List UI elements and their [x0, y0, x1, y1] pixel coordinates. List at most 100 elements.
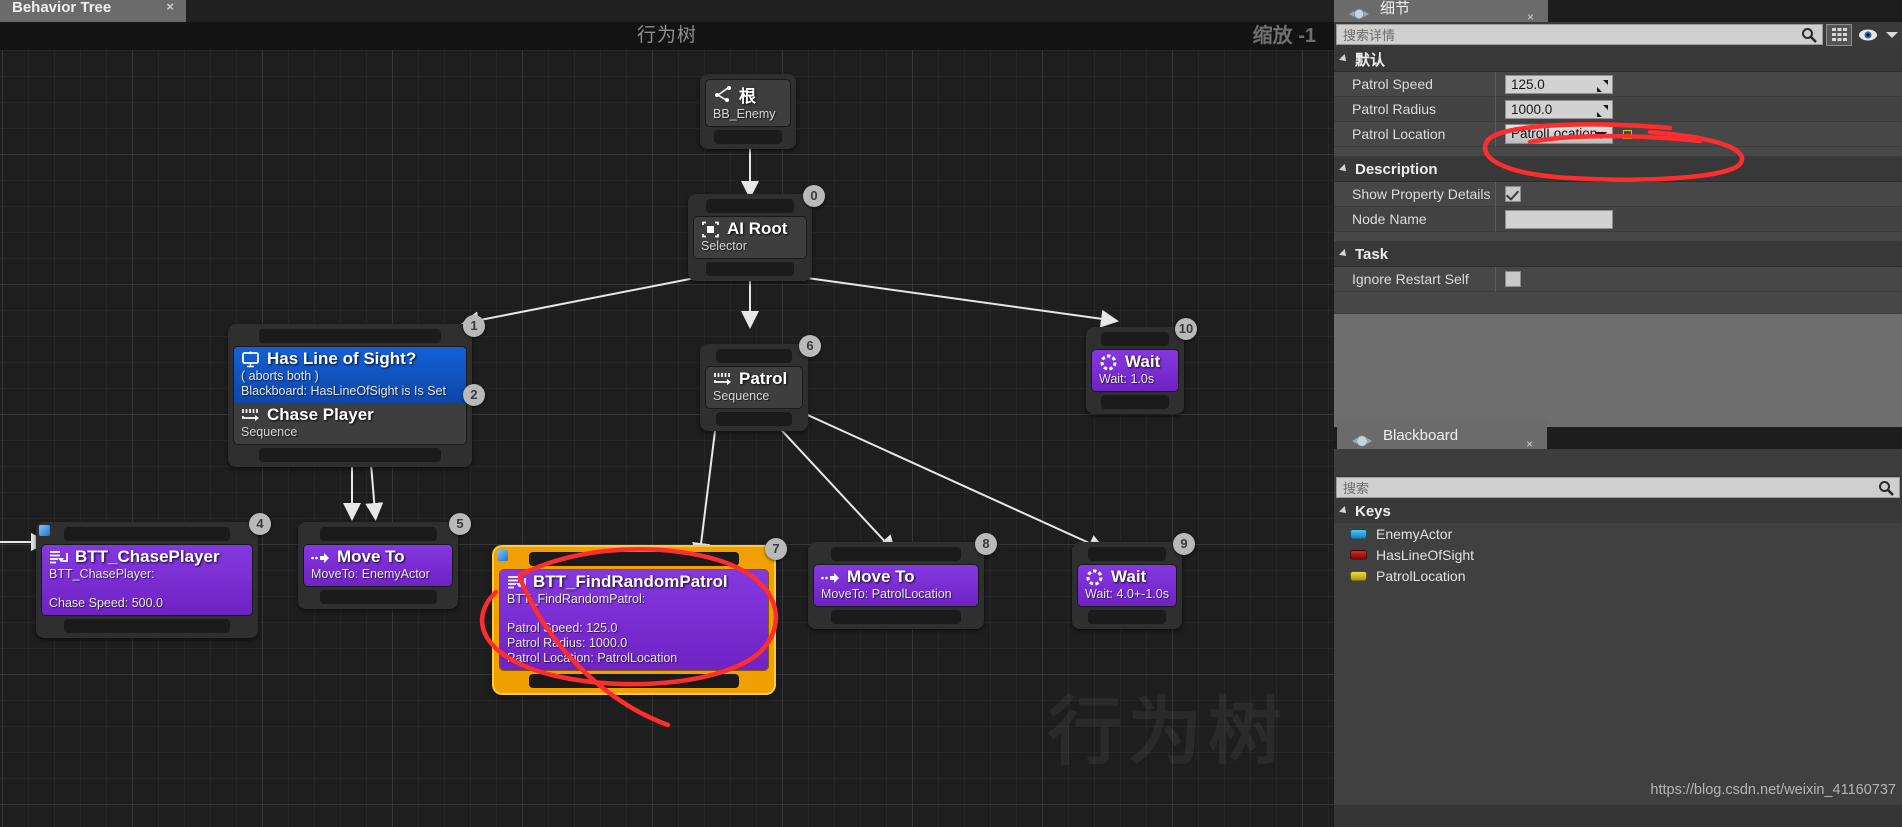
close-icon[interactable]: × [166, 0, 174, 14]
node-modified-badge [497, 550, 508, 561]
bt-node-wait-patrol[interactable]: 9 Wait Wait: 4.0+-1.0s [1072, 533, 1195, 629]
grid-view-icon[interactable] [1826, 23, 1852, 46]
move-to-patrol-input-pin[interactable] [831, 547, 961, 561]
bt-node-btt-find-random-patrol[interactable]: 7 BTT_FindRandomPatrol BTT_FindRandomPat… [494, 538, 787, 693]
root-node-output-pin[interactable] [714, 130, 782, 144]
details-tabstrip: 细节 × [1334, 0, 1902, 22]
spinner-icon[interactable] [1597, 104, 1608, 117]
list-item[interactable]: HasLineOfSight [1334, 544, 1902, 565]
node-index-badge: 1 [463, 315, 485, 337]
move-to-enemy-input-pin[interactable] [319, 527, 437, 541]
list-item[interactable]: PatrolLocation [1334, 565, 1902, 586]
tab-details[interactable]: 细节 × [1334, 0, 1548, 22]
app-window: Behavior Tree × 行为树 缩放 -1 行为树 根 BB_Enemy… [0, 0, 1902, 827]
wait-patrol-title-row: Wait [1085, 567, 1169, 587]
wait-patrol-title: Wait [1111, 567, 1147, 586]
bt-node-wait-idle[interactable]: 10 Wait Wait: 1.0s [1086, 318, 1197, 414]
bt-node-move-to-patrol[interactable]: 8 Move To MoveTo: PatrolLocation [808, 533, 997, 629]
bt-node-ai-root[interactable]: 0 AI Root Selector [688, 185, 825, 281]
root-node-title-row: 根 [713, 82, 783, 107]
sequence-icon [713, 371, 732, 388]
node-index-badge: 4 [249, 513, 271, 535]
wait-patrol-input-pin[interactable] [1088, 547, 1166, 561]
btt-find-random-patrol-output-pin[interactable] [528, 674, 740, 688]
category-default-label: 默认 [1355, 51, 1386, 69]
property-row-ignore-restart-self: Ignore Restart Self [1334, 266, 1902, 292]
decorator-icon [241, 351, 260, 368]
ai-root-subtitle: Selector [701, 239, 747, 253]
decorator-has-line-of-sight[interactable]: Has Line of Sight? ( aborts both ) Black… [234, 347, 466, 403]
editor-tabstrip: Behavior Tree × [0, 0, 1334, 22]
wait-patrol-output-pin[interactable] [1088, 610, 1166, 624]
ignore-restart-self-checkbox[interactable] [1505, 271, 1521, 287]
patrol-output-pin[interactable] [715, 412, 793, 426]
ai-root-title: AI Root [727, 219, 788, 238]
decorator-blackboard-line: Blackboard: HasLineOfSight is Is Set [241, 384, 446, 398]
category-task-label: Task [1355, 245, 1389, 263]
btt-find-random-patrol-input-pin[interactable] [528, 552, 740, 566]
patrol-speed-input[interactable]: 125.0 [1505, 74, 1613, 94]
list-item[interactable]: EnemyActor [1334, 523, 1902, 544]
ai-root-output-pin[interactable] [705, 262, 795, 276]
decorator-index-badge: 2 [463, 384, 485, 406]
blackboard-keys-header[interactable]: Keys [1334, 499, 1902, 523]
bt-node-root[interactable]: 根 BB_Enemy [700, 74, 796, 149]
btt-chase-player-output-pin[interactable] [64, 619, 230, 633]
moveto-icon [821, 569, 840, 586]
blackboard-toolbar [1334, 449, 1902, 475]
close-icon[interactable]: × [1527, 2, 1534, 22]
tab-behavior-tree-label: Behavior Tree [12, 0, 112, 16]
btt-find-random-patrol-title-row: BTT_FindRandomPatrol [507, 572, 761, 592]
patrol-location-value: PatrolLocation [1511, 126, 1598, 141]
right-dock-pane: 细节 × 搜索详情 默认 Patrol Speed 125.0 Patrol R… [1334, 0, 1902, 827]
node-index-badge: 9 [1173, 533, 1195, 555]
chase-player-input-pin[interactable] [258, 329, 442, 343]
category-spacer [1334, 147, 1902, 157]
category-header-task[interactable]: Task [1334, 242, 1902, 267]
category-header-default[interactable]: 默认 [1334, 47, 1902, 72]
property-row-node-name: Node Name [1334, 206, 1902, 232]
blackboard-bottom-bar [1334, 805, 1902, 827]
chevron-down-icon [1595, 132, 1607, 139]
bt-node-move-to-enemy[interactable]: 5 Move To MoveTo: EnemyActor [298, 513, 471, 609]
chase-player-output-pin[interactable] [258, 448, 442, 462]
search-icon [1801, 27, 1817, 46]
key-type-swatch [1350, 549, 1367, 560]
patrol-input-pin[interactable] [715, 349, 793, 363]
details-search-input[interactable]: 搜索详情 [1336, 24, 1823, 45]
tab-behavior-tree[interactable]: Behavior Tree × [0, 0, 186, 22]
show-property-details-checkbox[interactable] [1505, 186, 1521, 202]
move-to-enemy-subtitle: MoveTo: EnemyActor [311, 567, 430, 581]
eye-icon[interactable] [1855, 24, 1881, 46]
blackboard-search-input[interactable]: 搜索 [1336, 476, 1900, 498]
patrol-radius-input[interactable]: 1000.0 [1505, 99, 1613, 119]
spinner-icon[interactable] [1597, 79, 1608, 92]
decorator-aborts-line: ( aborts both ) [241, 369, 319, 383]
ai-root-title-row: AI Root [701, 219, 799, 239]
move-to-enemy-output-pin[interactable] [319, 590, 437, 604]
selector-icon [701, 221, 720, 238]
patrol-title-row: Patrol [713, 369, 795, 389]
graph-canvas[interactable]: 行为树 缩放 -1 行为树 根 BB_Enemy 0 AI Root Selec… [0, 22, 1334, 827]
composite-chase-player[interactable]: Chase Player Sequence [234, 403, 466, 444]
move-to-enemy-title-row: Move To [311, 547, 445, 567]
bt-node-btt-chase-player[interactable]: 4 BTT_ChasePlayer BTT_ChasePlayer: Chase… [36, 513, 271, 638]
bt-node-patrol[interactable]: 6 Patrol Sequence [700, 335, 821, 431]
patrol-location-dropdown[interactable]: PatrolLocation [1505, 124, 1613, 144]
tab-blackboard[interactable]: Blackboard × [1337, 420, 1547, 451]
node-name-input[interactable] [1505, 209, 1613, 229]
move-to-patrol-output-pin[interactable] [831, 610, 961, 624]
wait-idle-output-pin[interactable] [1100, 395, 1170, 409]
chevron-down-icon[interactable] [1884, 24, 1900, 46]
btt-find-random-patrol-location: Patrol Location: PatrolLocation [507, 651, 678, 665]
wait-idle-input-pin[interactable] [1100, 332, 1170, 346]
property-label: Patrol Location [1334, 121, 1496, 147]
wait-patrol-subtitle: Wait: 4.0+-1.0s [1085, 587, 1169, 601]
category-header-description[interactable]: Description [1334, 157, 1902, 182]
ai-root-input-pin[interactable] [705, 199, 795, 213]
task-icon [507, 574, 526, 591]
blackboard-key-label: PatrolLocation [1376, 567, 1466, 584]
btt-chase-player-input-pin[interactable] [64, 527, 230, 541]
bt-node-chase-player[interactable]: 1 2 Has Line of Sight? (aborts both) B… [228, 315, 485, 467]
move-to-patrol-title: Move To [847, 567, 915, 586]
